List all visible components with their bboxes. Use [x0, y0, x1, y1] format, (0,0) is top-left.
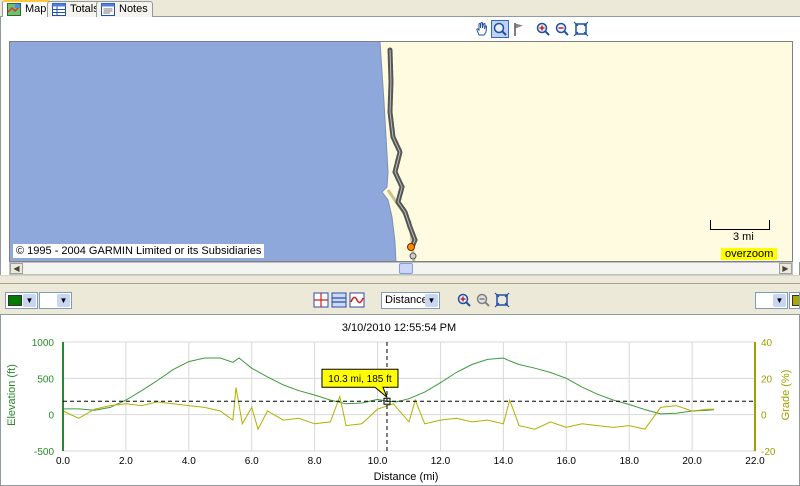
hand-pan-icon — [476, 22, 488, 36]
chart-zoom-out-button[interactable] — [474, 291, 492, 309]
zoom-extent-icon — [573, 21, 589, 37]
speed-chart-button[interactable] — [348, 291, 366, 309]
chart-grid — [62, 341, 756, 452]
x-tick-label: 4.0 — [182, 456, 196, 467]
scroll-thumb[interactable] — [399, 263, 413, 274]
tab-label: Totals — [70, 3, 99, 15]
elevation-profile-chart[interactable]: 3/10/2010 12:55:54 PM 0.0 2.0 4.0 6.0 8.0 10.… — [1, 315, 799, 485]
track-start-marker[interactable] — [407, 243, 415, 251]
zoom-in-icon — [457, 293, 471, 307]
left-series-select[interactable]: ▼ — [39, 292, 72, 309]
map-zoom-out-button[interactable] — [553, 20, 571, 38]
x-axis-label: Distance (mi) — [374, 471, 439, 483]
x-tick-label: 20.0 — [682, 456, 702, 467]
application-window: Map Totals Notes © 1995 - 2004 GARMIN Li… — [0, 0, 800, 486]
water-area — [10, 42, 396, 261]
x-tick-label: 8.0 — [308, 456, 322, 467]
map-canvas[interactable]: © 1995 - 2004 GARMIN Limited or its Subs… — [9, 41, 793, 262]
y-tick-label: 0 — [48, 411, 54, 422]
map-zoom-extent-button[interactable] — [572, 20, 590, 38]
right-series-select[interactable]: ▼ — [755, 292, 788, 309]
y2-tick-label: 40 — [761, 338, 773, 349]
zoom-extent-icon — [494, 292, 510, 308]
x-tick-label: 18.0 — [619, 456, 639, 467]
chart-zoom-in-button[interactable] — [455, 291, 473, 309]
x-tick-label: 6.0 — [245, 456, 259, 467]
chart-zoom-extent-button[interactable] — [493, 291, 511, 309]
chevron-down-icon: ▼ — [57, 294, 70, 307]
right-color-swatch — [792, 295, 799, 306]
y-tick-label: -500 — [34, 447, 54, 458]
x-tick-label: 12.0 — [431, 456, 451, 467]
map-panel: © 1995 - 2004 GARMIN Limited or its Subs… — [0, 17, 800, 275]
y2-tick-label: 0 — [761, 411, 767, 422]
x-axis-select-value: Distance — [385, 294, 428, 306]
grade-chart-icon — [331, 292, 347, 308]
select-tool-button[interactable] — [491, 20, 509, 38]
y2-tick-label: -20 — [761, 447, 776, 458]
map-toolbar — [1, 17, 800, 41]
profile-toolbar: ▼ ▼ Distance ▼ ▼ — [0, 284, 800, 314]
chart-title: 3/10/2010 12:55:54 PM — [342, 322, 456, 334]
map-right-margin — [793, 41, 800, 262]
y2-tick-label: 20 — [761, 374, 773, 385]
table-icon — [52, 3, 66, 16]
y-tick-label: 500 — [37, 374, 54, 385]
x-tick-label: 16.0 — [557, 456, 577, 467]
map-copyright: © 1995 - 2004 GARMIN Limited or its Subs… — [13, 244, 265, 258]
cursor-tooltip-label: 10.3 mi, 185 ft — [328, 374, 392, 385]
tab-notes[interactable]: Notes — [96, 1, 153, 17]
elevation-chart-button[interactable] — [312, 291, 330, 309]
x-tick-label: 0.0 — [56, 456, 70, 467]
overzoom-badge: overzoom — [721, 248, 778, 260]
chevron-down-icon: ▼ — [23, 294, 36, 307]
tab-label: Notes — [119, 3, 148, 15]
tab-label: Map — [25, 3, 47, 15]
x-tick-label: 2.0 — [119, 456, 133, 467]
zoom-out-icon — [476, 293, 490, 307]
speed-chart-icon — [349, 292, 365, 308]
plot-background — [62, 341, 756, 452]
zoom-in-icon — [536, 22, 550, 36]
notes-icon — [101, 3, 115, 16]
y-tick-label: 1000 — [32, 338, 55, 349]
y2-axis-label: Grade (%) — [780, 370, 792, 421]
map-graphic — [10, 42, 792, 261]
chevron-down-icon: ▼ — [773, 294, 786, 307]
flag-icon — [514, 23, 523, 36]
view-tabs: Map Totals Notes — [0, 0, 800, 18]
map-scale-label: 3 mi — [733, 231, 754, 243]
map-zoom-in-button[interactable] — [534, 20, 552, 38]
map-icon — [7, 3, 21, 16]
tab-map[interactable]: Map — [2, 0, 52, 18]
grade-chart-button[interactable] — [330, 291, 348, 309]
y-axis-label: Elevation (ft) — [6, 364, 18, 426]
x-axis-select[interactable]: Distance ▼ — [381, 292, 440, 309]
scroll-right-button[interactable]: ▶ — [779, 263, 792, 274]
pan-tool-button[interactable] — [473, 20, 491, 38]
track-end-marker[interactable] — [409, 252, 417, 260]
map-scale-bar — [710, 220, 770, 230]
x-tick-label: 14.0 — [494, 456, 514, 467]
scroll-left-button[interactable]: ◀ — [10, 263, 23, 274]
left-series-color-picker[interactable]: ▼ — [5, 292, 38, 309]
left-color-swatch — [8, 295, 22, 306]
map-horizontal-scrollbar[interactable]: ◀ ▶ — [9, 262, 793, 275]
elevation-chart-icon — [313, 292, 329, 308]
x-tick-label: 10.0 — [368, 456, 388, 467]
chevron-down-icon: ▼ — [425, 294, 438, 307]
flag-tool-button[interactable] — [510, 20, 528, 38]
right-series-color-picker[interactable] — [789, 292, 800, 309]
panel-splitter[interactable] — [0, 275, 800, 284]
elevation-profile-panel: 3/10/2010 12:55:54 PM 0.0 2.0 4.0 6.0 8.0 10.… — [0, 314, 800, 486]
magnifier-icon — [493, 22, 507, 36]
zoom-out-icon — [555, 22, 569, 36]
